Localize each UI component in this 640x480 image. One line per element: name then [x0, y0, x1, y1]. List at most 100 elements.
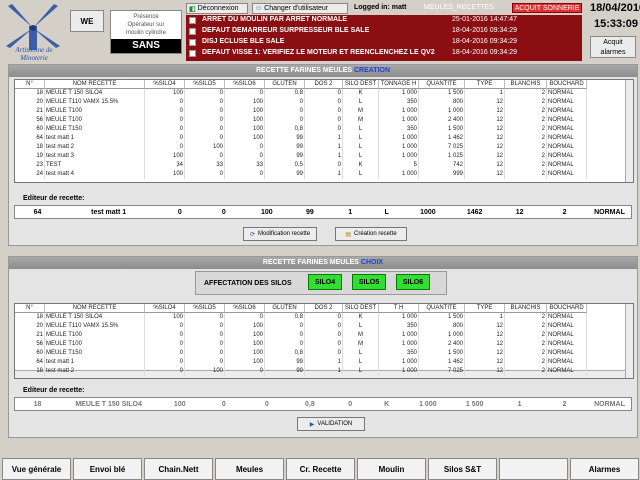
nav-button[interactable]: Silos S&T	[428, 458, 497, 480]
table-row[interactable]: 64 test matt 1 0 0 100 99 1 L 1 000 1 462 12 2 NORMA…	[15, 358, 587, 367]
nav-button[interactable]: Cr. Recette	[286, 458, 355, 480]
table-row[interactable]: 21 MEULE T100 0 0 100 0 0 M 1 000 1 000 12 2 NORMAL	[15, 331, 587, 340]
column-header[interactable]: DOS 2	[305, 304, 343, 313]
editor-field[interactable]: NORMAL	[588, 206, 631, 218]
column-header[interactable]: %SILO4	[145, 304, 185, 313]
editor-field[interactable]: 0,8	[288, 398, 331, 410]
editor-field[interactable]: 1 500	[451, 398, 498, 410]
column-header[interactable]: TYPE	[465, 80, 505, 89]
change-user-button[interactable]: ☺ Changer d'utilisateur	[252, 3, 348, 14]
table-row[interactable]: 18 test matt 2 0 100 0 99 1 L 1 000 7 025 12 2 NORMA…	[15, 143, 587, 152]
column-header[interactable]: NOM RECETTE	[45, 80, 145, 89]
alarm-row[interactable]: DEFAUT VISSE 1: VERIFIEZ LE MOTEUR ET RE…	[186, 48, 582, 59]
editor-field[interactable]: 0	[331, 398, 368, 410]
vertical-scrollbar[interactable]	[625, 304, 633, 378]
column-header[interactable]: TYPE	[465, 304, 505, 313]
column-header[interactable]: N°	[15, 80, 45, 89]
table-row[interactable]: 18 MEULE T 150 SILO4 100 0 0 0,8 0 K 1 000 1 500 1…	[15, 89, 587, 98]
column-header[interactable]: BOUCHARD	[547, 304, 587, 313]
modification-recette-button[interactable]: ⟳ Modification recette	[243, 227, 317, 241]
editor-field[interactable]: MEULE T 150 SILO4	[60, 398, 157, 410]
column-header[interactable]: QUANTITE	[419, 80, 465, 89]
editor-field[interactable]: 64	[15, 206, 60, 218]
column-header[interactable]: %SILO5	[185, 304, 225, 313]
column-header[interactable]: %SILO6	[225, 304, 265, 313]
column-header[interactable]: SILO DEST	[343, 304, 379, 313]
editor-field[interactable]: 1	[331, 206, 368, 218]
column-header[interactable]: BOUCHARD	[547, 80, 587, 89]
editor-field[interactable]: K	[369, 398, 405, 410]
vertical-scrollbar[interactable]	[625, 80, 633, 182]
nav-button[interactable]: Moulin	[357, 458, 426, 480]
creation-recette-button[interactable]: ▤ Création recette	[335, 227, 407, 241]
nav-button[interactable]: Vue générale	[2, 458, 71, 480]
editor-field[interactable]: 18	[15, 398, 60, 410]
editor-field[interactable]: 0	[245, 398, 288, 410]
editor-field[interactable]: NORMAL	[588, 398, 631, 410]
acquit-alarmes-button[interactable]: Acquit alarmes	[590, 36, 636, 58]
alarm-row[interactable]: ARRET DU MOULIN PAR ARRET NORMALE 25-01-…	[186, 15, 582, 26]
column-header[interactable]: DOS 2	[305, 80, 343, 89]
we-button[interactable]: WE	[70, 10, 104, 32]
table-row[interactable]: 60 MEULE T150 0 0 100 0,8 0 L 350 1 500 12 2 NORMAL	[15, 125, 587, 134]
validation-button[interactable]: ▶ VALIDATION	[297, 417, 365, 431]
editor-field[interactable]: 99	[288, 206, 331, 218]
silo6-button[interactable]: SILO6	[396, 274, 430, 290]
editor-field[interactable]: 1 000	[404, 398, 451, 410]
editor-field[interactable]: 2	[541, 398, 588, 410]
silo4-button[interactable]: SILO4	[308, 274, 342, 290]
nav-button[interactable]: Envoi blé	[73, 458, 142, 480]
table-row[interactable]: 24 test matt 4 100 0 0 99 1 L 1 000 999 12 2 NORMAL	[15, 170, 587, 179]
nav-button[interactable]: Chain.Nett	[144, 458, 213, 480]
alarm-checkbox[interactable]	[189, 17, 196, 24]
creation-recipe-table[interactable]: N° NOM RECETTE %SILO4 %SILO5 %SILO6 GLUTEN DOS…	[14, 79, 634, 183]
column-header[interactable]: QUANTITE	[419, 304, 465, 313]
alarm-checkbox[interactable]	[189, 50, 196, 57]
editor-field[interactable]: 100	[245, 206, 288, 218]
deconnexion-button[interactable]: ◧ Déconnexion	[186, 3, 248, 14]
column-header[interactable]: GLUTEN	[265, 304, 305, 313]
column-header[interactable]: %SILO4	[145, 80, 185, 89]
nav-button[interactable]: Meules	[215, 458, 284, 480]
editor-field[interactable]: 100	[157, 398, 202, 410]
editor-field[interactable]: 2	[541, 206, 588, 218]
alarm-checkbox[interactable]	[189, 28, 196, 35]
table-row[interactable]: 18 MEULE T 150 SILO4 100 0 0 0,8 0 K 1 000 1 500 1…	[15, 313, 587, 322]
table-row[interactable]: 19 test matt 3 100 0 0 99 1 L 1 000 1 025 12 2 NORMA…	[15, 152, 587, 161]
editor-field[interactable]: 1000	[404, 206, 451, 218]
alarm-checkbox[interactable]	[189, 39, 196, 46]
editor-field[interactable]: 1462	[451, 206, 498, 218]
table-row[interactable]: 64 test matt 1 0 0 100 99 1 L 1 000 1 462 12 2 NORMA…	[15, 134, 587, 143]
editor-field[interactable]: 1	[498, 398, 541, 410]
table-row[interactable]: 56 MEULE T100 0 0 100 0 0 M 1 000 2 400 12 2 NORMAL	[15, 340, 587, 349]
column-header[interactable]: TONNAGE H	[379, 80, 419, 89]
acquit-sonnerie-button[interactable]: ACQUIT SONNERIE	[512, 3, 582, 13]
column-header[interactable]: SILO DEST	[343, 80, 379, 89]
editor-field[interactable]: test matt 1	[60, 206, 157, 218]
editor-field[interactable]: L	[369, 206, 405, 218]
table-row[interactable]: 18 test matt 2 0 100 0 99 1 L 1 000 7 025 12 2 NORMA…	[15, 367, 587, 376]
editor-field[interactable]: 0	[202, 398, 245, 410]
nav-button[interactable]	[499, 458, 568, 480]
column-header[interactable]: N°	[15, 304, 45, 313]
column-header[interactable]: NOM RECETTE	[45, 304, 145, 313]
table-row[interactable]: 56 MEULE T100 0 0 100 0 0 M 1 000 2 400 12 2 NORMAL	[15, 116, 587, 125]
creation-recipe-editor[interactable]: 64 test matt 1 0 0 100 99 1 L 1000 1462 12 2 NORMAL	[14, 205, 632, 219]
choix-recipe-table[interactable]: N° NOM RECETTE %SILO4 %SILO5 %SILO6 GLUTEN DOS…	[14, 303, 634, 379]
editor-field[interactable]: 12	[498, 206, 541, 218]
alarm-row[interactable]: DEFAUT DEMARREUR SURPRESSEUR BLE SALE 18…	[186, 26, 582, 37]
table-row[interactable]: 60 MEULE T150 0 0 100 0,8 0 L 350 1 500 12 2 NORMAL	[15, 349, 587, 358]
column-header[interactable]: GLUTEN	[265, 80, 305, 89]
table-row[interactable]: 20 MEULE T110 VAMX 15.5% 0 0 100 0 0 L 350 800 12 2…	[15, 322, 587, 331]
alarm-row[interactable]: DISJ ECLUSE BLE SALE 18-04-2016 09:34:29	[186, 37, 582, 48]
table-row[interactable]: 23 TEST 34 33 33 0,5 0 K 5 742 12 2 NORMAL	[15, 161, 587, 170]
column-header[interactable]: %SILO5	[185, 80, 225, 89]
silo5-button[interactable]: SILO5	[352, 274, 386, 290]
column-header[interactable]: T H	[379, 304, 419, 313]
column-header[interactable]: BLANCHIS	[505, 304, 547, 313]
column-header[interactable]: %SILO6	[225, 80, 265, 89]
choix-recipe-editor[interactable]: 18 MEULE T 150 SILO4 100 0 0 0,8 0 K 1 000 1 500 1…	[14, 397, 632, 411]
editor-field[interactable]: 0	[157, 206, 202, 218]
table-row[interactable]: 21 MEULE T100 0 0 100 0 0 M 1 000 1 000 12 2 NORMAL	[15, 107, 587, 116]
editor-field[interactable]: 0	[202, 206, 245, 218]
